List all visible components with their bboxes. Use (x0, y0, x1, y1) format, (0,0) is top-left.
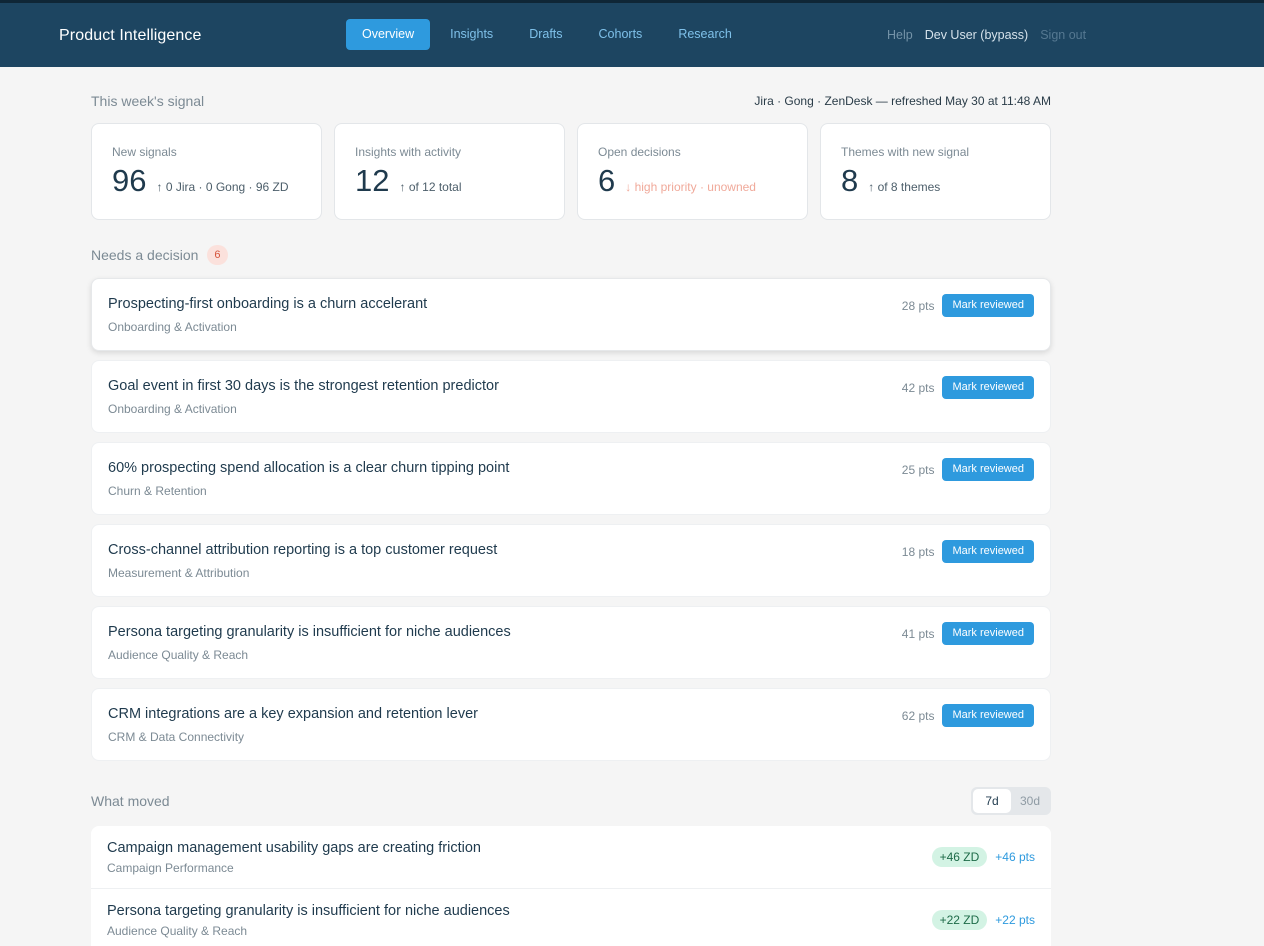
what-moved-header: What moved 7d 30d (91, 787, 1051, 815)
decision-title[interactable]: Cross-channel attribution reporting is a… (108, 542, 497, 558)
stat-subtext: ↑ of 8 themes (868, 180, 941, 194)
stat-value: 8 (841, 163, 859, 198)
needs-decision-title: Needs a decision (91, 247, 199, 263)
sign-out-link[interactable]: Sign out (1040, 28, 1086, 42)
decision-title[interactable]: Persona targeting granularity is insuffi… (108, 624, 511, 640)
decision-points: 42 pts (901, 380, 935, 395)
what-moved-title: What moved (91, 793, 170, 809)
stat-value: 96 (112, 163, 147, 198)
needs-decision-header: Needs a decision 6 (91, 245, 228, 265)
points-delta: +46 pts (995, 850, 1035, 864)
moved-title[interactable]: Campaign management usability gaps are c… (107, 840, 481, 856)
decision-list: Prospecting-first onboarding is a churn … (91, 278, 1051, 770)
points-delta: +22 pts (995, 913, 1035, 927)
decision-title[interactable]: Prospecting-first onboarding is a churn … (108, 296, 427, 312)
moved-theme: Audience Quality & Reach (107, 924, 248, 938)
mark-reviewed-button[interactable]: Mark reviewed (942, 540, 1034, 563)
decision-theme: CRM & Data Connectivity (108, 730, 245, 744)
nav-tab-insights[interactable]: Insights (434, 19, 509, 50)
moved-list: Campaign management usability gaps are c… (91, 826, 1051, 946)
stat-card-new-signals: New signals 96 ↑ 0 Jira · 0 Gong · 96 ZD (91, 123, 322, 220)
stat-cards: New signals 96 ↑ 0 Jira · 0 Gong · 96 ZD… (91, 123, 1051, 220)
decision-title[interactable]: 60% prospecting spend allocation is a cl… (108, 460, 509, 476)
nav-tab-research[interactable]: Research (662, 19, 748, 50)
stat-card-themes: Themes with new signal 8 ↑ of 8 themes (820, 123, 1051, 220)
main-nav: Overview Insights Drafts Cohorts Researc… (346, 19, 752, 50)
decision-points: 62 pts (901, 708, 935, 723)
help-link[interactable]: Help (887, 28, 913, 42)
stat-value: 6 (598, 163, 616, 198)
moved-row[interactable]: Persona targeting granularity is insuffi… (91, 889, 1051, 946)
stat-value: 12 (355, 163, 390, 198)
moved-row[interactable]: Campaign management usability gaps are c… (91, 826, 1051, 889)
stat-card-open-decisions: Open decisions 6 ↓ high priority · unown… (577, 123, 808, 220)
range-30d-option[interactable]: 30d (1011, 789, 1049, 813)
mark-reviewed-button[interactable]: Mark reviewed (942, 376, 1034, 399)
decision-points: 28 pts (901, 298, 935, 313)
count-badge: 6 (207, 245, 228, 265)
brand-title[interactable]: Product Intelligence (59, 27, 202, 45)
decision-theme: Measurement & Attribution (108, 566, 250, 580)
nav-tab-overview[interactable]: Overview (346, 19, 431, 50)
top-nav-bar: Product Intelligence Overview Insights D… (0, 0, 1264, 67)
signal-section-header: This week's signal Jira · Gong · ZenDesk… (91, 93, 1051, 109)
mark-reviewed-button[interactable]: Mark reviewed (942, 458, 1034, 481)
range-7d-option[interactable]: 7d (973, 789, 1011, 813)
decision-theme: Onboarding & Activation (108, 402, 237, 416)
stat-label: Open decisions (598, 145, 681, 159)
decision-card[interactable]: Goal event in first 30 days is the stron… (91, 360, 1051, 433)
decision-card[interactable]: Cross-channel attribution reporting is a… (91, 524, 1051, 597)
decision-title[interactable]: CRM integrations are a key expansion and… (108, 706, 478, 722)
decision-card[interactable]: Prospecting-first onboarding is a churn … (91, 278, 1051, 351)
stat-subtext: ↑ 0 Jira · 0 Gong · 96 ZD (156, 180, 289, 194)
decision-card[interactable]: 60% prospecting spend allocation is a cl… (91, 442, 1051, 515)
moved-title[interactable]: Persona targeting granularity is insuffi… (107, 903, 510, 919)
decision-points: 25 pts (901, 462, 935, 477)
decision-theme: Audience Quality & Reach (108, 648, 249, 662)
zendesk-delta-badge: +46 ZD (931, 847, 988, 867)
stat-card-insights-activity: Insights with activity 12 ↑ of 12 total (334, 123, 565, 220)
decision-theme: Churn & Retention (108, 484, 207, 498)
nav-tab-cohorts[interactable]: Cohorts (583, 19, 659, 50)
moved-theme: Campaign Performance (107, 861, 234, 875)
stat-subtext: ↑ of 12 total (399, 180, 462, 194)
stat-subtext: ↓ high priority · unowned (625, 180, 756, 194)
stat-label: New signals (112, 145, 177, 159)
user-name: Dev User (bypass) (924, 28, 1029, 42)
user-area: Help Dev User (bypass) Sign out (887, 28, 1086, 42)
signal-section-title: This week's signal (91, 93, 205, 109)
mark-reviewed-button[interactable]: Mark reviewed (942, 622, 1034, 645)
decision-points: 18 pts (901, 544, 935, 559)
sources-refreshed-text: Jira · Gong · ZenDesk — refreshed May 30… (754, 94, 1051, 108)
decision-points: 41 pts (901, 626, 935, 641)
decision-theme: Onboarding & Activation (108, 320, 237, 334)
stat-label: Insights with activity (355, 145, 462, 159)
stat-label: Themes with new signal (841, 145, 970, 159)
nav-tab-drafts[interactable]: Drafts (513, 19, 578, 50)
decision-card[interactable]: CRM integrations are a key expansion and… (91, 688, 1051, 761)
mark-reviewed-button[interactable]: Mark reviewed (942, 704, 1034, 727)
mark-reviewed-button[interactable]: Mark reviewed (942, 294, 1034, 317)
decision-card[interactable]: Persona targeting granularity is insuffi… (91, 606, 1051, 679)
decision-title[interactable]: Goal event in first 30 days is the stron… (108, 378, 499, 394)
range-toggle: 7d 30d (971, 787, 1051, 815)
zendesk-delta-badge: +22 ZD (931, 910, 988, 930)
